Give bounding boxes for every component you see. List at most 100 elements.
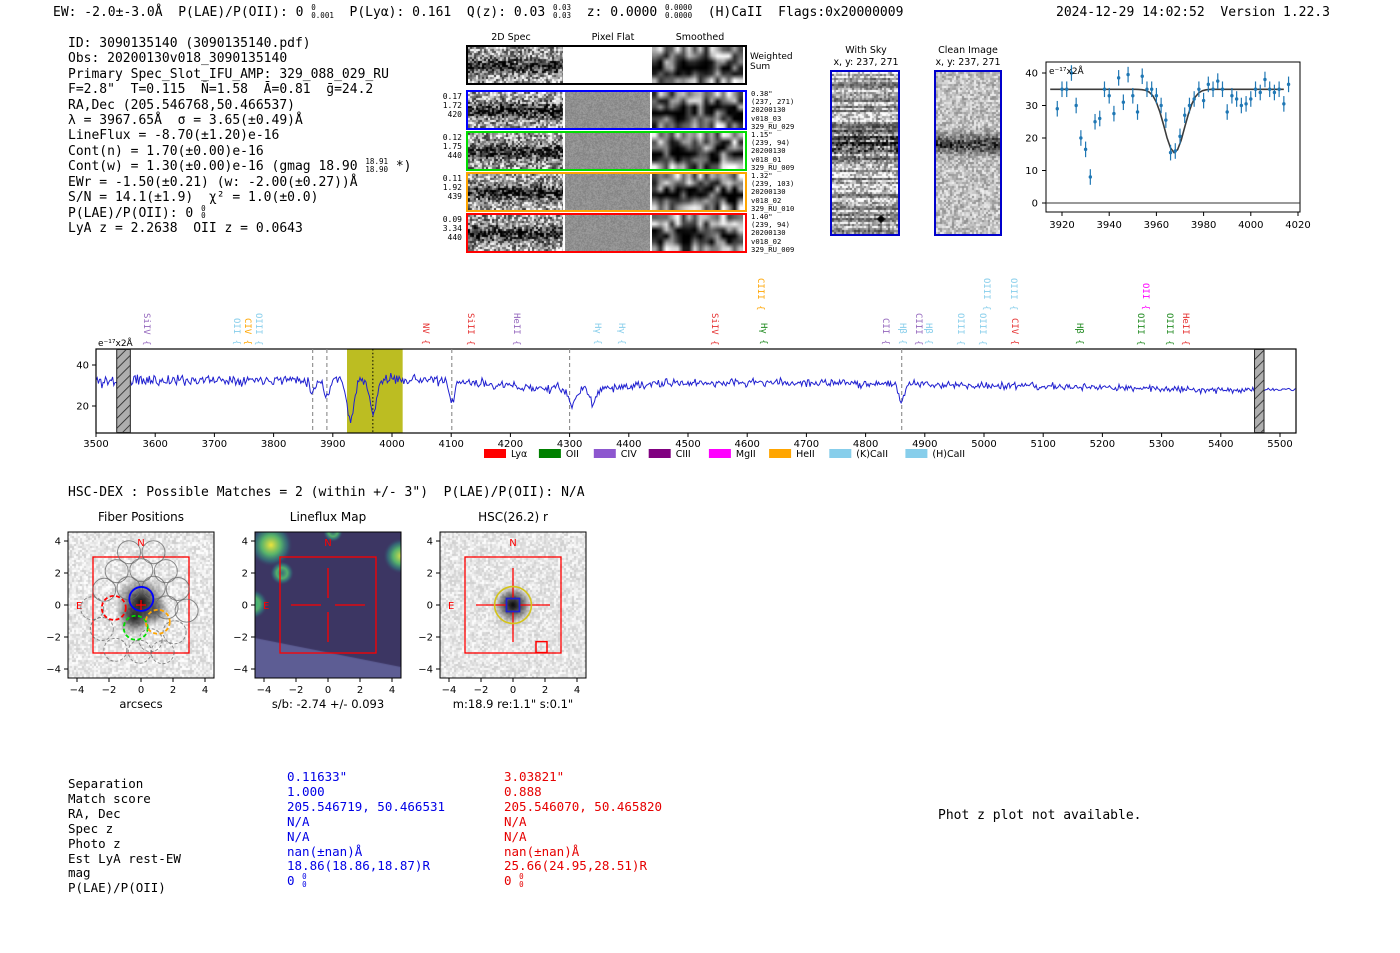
- match-table-value: N/A: [287, 828, 310, 844]
- spec2d-cell: [565, 92, 650, 128]
- svg-text:0: 0: [1032, 199, 1038, 210]
- svg-text:10: 10: [1025, 166, 1038, 177]
- line-label-OIII: OIII {: [981, 277, 992, 311]
- match-table-value: 1.000: [287, 783, 325, 799]
- match-table-value: N/A: [504, 813, 527, 829]
- svg-text:(K)CaII: (K)CaII: [856, 449, 888, 460]
- match-table-value: 3.03821": [504, 769, 565, 784]
- match-table-plae-value: 0 00: [287, 872, 307, 889]
- match-table-label: mag: [68, 865, 91, 881]
- lineflux-map-title: Lineflux Map: [289, 510, 367, 524]
- spec2d-cell: [565, 215, 650, 251]
- spec2d-cell: [652, 174, 743, 210]
- info-line-10: EWr = -1.50(±0.21) (w: -2.00(±0.27))Å: [68, 174, 358, 190]
- line-fit-plot: 3920 3940 3960 3980 4000 4020 0 10 20 30 40 e⁻¹⁷x2Å: [1025, 61, 1311, 231]
- line-label-CIV: CIV {: [1008, 318, 1019, 346]
- svg-text:−2: −2: [233, 633, 248, 644]
- match-table-value: 0.888: [504, 783, 542, 799]
- info-line-1: ID: 3090135140 (3090135140.pdf): [68, 36, 311, 51]
- fiber-positions-image: [68, 532, 214, 678]
- svg-text:4: 4: [574, 685, 580, 696]
- spec2d-cell: [652, 47, 743, 83]
- elixer-report-page: EW: -2.0±-3.0Å P(LAE)/P(OII): 0 0 0.001 P…: [0, 0, 1400, 953]
- line-label-OII: OII {: [1139, 283, 1150, 311]
- line-label-OIII: OIII {: [954, 312, 965, 346]
- info-line-9: Cont(w) = 1.30(±0.00)e-16 (gmag 18.90 18…: [68, 157, 412, 175]
- info-line-5: RA,Dec (205.546768,50.466537): [68, 97, 295, 113]
- svg-text:3700: 3700: [202, 439, 227, 450]
- match-table-value: 25.66(24.95,28.51)R: [504, 858, 647, 874]
- match-table-label: Match score: [68, 790, 151, 806]
- svg-text:3980: 3980: [1191, 220, 1216, 231]
- svg-text:30: 30: [1025, 101, 1038, 112]
- match-table-value: 0.11633": [287, 769, 348, 784]
- info-line-12: P(LAE)/P(OII): 0 00: [68, 203, 206, 221]
- svg-text:2: 2: [542, 685, 548, 696]
- sup-sub-stack: 00: [302, 872, 307, 889]
- svg-text:5000: 5000: [971, 439, 996, 450]
- svg-text:4600: 4600: [734, 439, 759, 450]
- svg-text:4000: 4000: [1238, 220, 1263, 231]
- svg-text:4: 4: [242, 537, 248, 548]
- svg-text:HeII: HeII: [796, 449, 815, 460]
- svg-text:4500: 4500: [675, 439, 700, 450]
- svg-text:4: 4: [389, 685, 395, 696]
- spec2d-row-meta: 1.15" (239, 94) 20200130 v018_01 329_RU_009: [751, 130, 795, 172]
- sup-sub-stack: 18.91 18.90: [365, 157, 388, 174]
- svg-text:OII: OII: [566, 449, 579, 460]
- spec2d-row-stats: 0.09 3.34 440: [442, 215, 462, 242]
- pixel-flat-empty: [565, 47, 650, 83]
- match-table-label: Photo z: [68, 835, 121, 851]
- svg-text:5500: 5500: [1267, 439, 1292, 450]
- match-table-value: N/A: [287, 813, 310, 829]
- line-label-OIII: OIII {: [252, 312, 263, 346]
- svg-text:3940: 3940: [1096, 220, 1121, 231]
- svg-text:5100: 5100: [1030, 439, 1055, 450]
- hscdex-summary: HSC-DEX : Possible Matches = 2 (within +…: [68, 485, 585, 500]
- lineflux-map-image: [255, 532, 401, 678]
- svg-text:20: 20: [76, 402, 89, 413]
- match-table-label: RA, Dec: [68, 805, 121, 821]
- hsc-cutout-title: HSC(26.2) r: [478, 510, 548, 524]
- line-label-SiIV: SiIV {: [141, 312, 152, 346]
- svg-text:0: 0: [427, 601, 433, 612]
- svg-text:Lyα: Lyα: [511, 449, 527, 460]
- info-line-2: Obs: 20200130v018_3090135140: [68, 51, 288, 67]
- svg-text:−2: −2: [46, 633, 61, 644]
- match-table-label: Spec z: [68, 820, 114, 836]
- sup-sub-stack: 0 0.001: [311, 3, 334, 20]
- photz-note: Phot z plot not available.: [938, 808, 1142, 823]
- line-label-CIII: CIII {: [754, 277, 765, 311]
- clean-coords: x, y: 237, 271: [935, 57, 1001, 68]
- match-table-value: nan(±nan)Å: [504, 843, 580, 859]
- match-table-label: P(LAE)/P(OII): [68, 880, 166, 896]
- svg-text:2: 2: [242, 569, 248, 580]
- svg-text:5300: 5300: [1149, 439, 1174, 450]
- svg-text:4: 4: [55, 537, 61, 548]
- lineflux-map-xlabel: s/b: -2.74 +/- 0.093: [271, 697, 385, 711]
- line-label-OIII: OIII {: [1134, 312, 1145, 346]
- hsc-cutout-xlabel: m:18.9 re:1.1" s:0.1": [452, 697, 574, 711]
- line-label-Hβ: Hβ {: [1074, 323, 1085, 346]
- spec2d-cell: [468, 174, 563, 210]
- svg-text:−4: −4: [70, 685, 85, 696]
- spec2d-cell: [565, 133, 650, 169]
- summary-header: EW: -2.0±-3.0Å P(LAE)/P(OII): 0 0 0.001 P…: [53, 3, 904, 21]
- line-label-CIV: CIV {: [242, 318, 253, 346]
- spec2d-cell: [468, 133, 563, 169]
- spec2d-cell: [468, 215, 563, 251]
- withsky-coords: x, y: 237, 271: [833, 57, 899, 68]
- line-label-Hγ: Hγ {: [757, 323, 768, 346]
- svg-text:−2: −2: [102, 685, 117, 696]
- info-line-4: F=2.8" T=0.115 N̄=1.58 Ā=0.81 ḡ=24.2: [68, 82, 374, 98]
- svg-text:4700: 4700: [794, 439, 819, 450]
- match-table-value: 205.546070, 50.465820: [504, 798, 663, 814]
- hsc-cutout-image: [440, 532, 586, 678]
- svg-text:−2: −2: [289, 685, 304, 696]
- svg-text:4100: 4100: [438, 439, 463, 450]
- match-table-value: N/A: [504, 828, 527, 844]
- svg-text:4: 4: [202, 685, 208, 696]
- match-table-value: nan(±nan)Å: [287, 843, 363, 859]
- fiber-positions-xlabel: arcsecs: [119, 697, 163, 711]
- svg-text:40: 40: [76, 361, 89, 372]
